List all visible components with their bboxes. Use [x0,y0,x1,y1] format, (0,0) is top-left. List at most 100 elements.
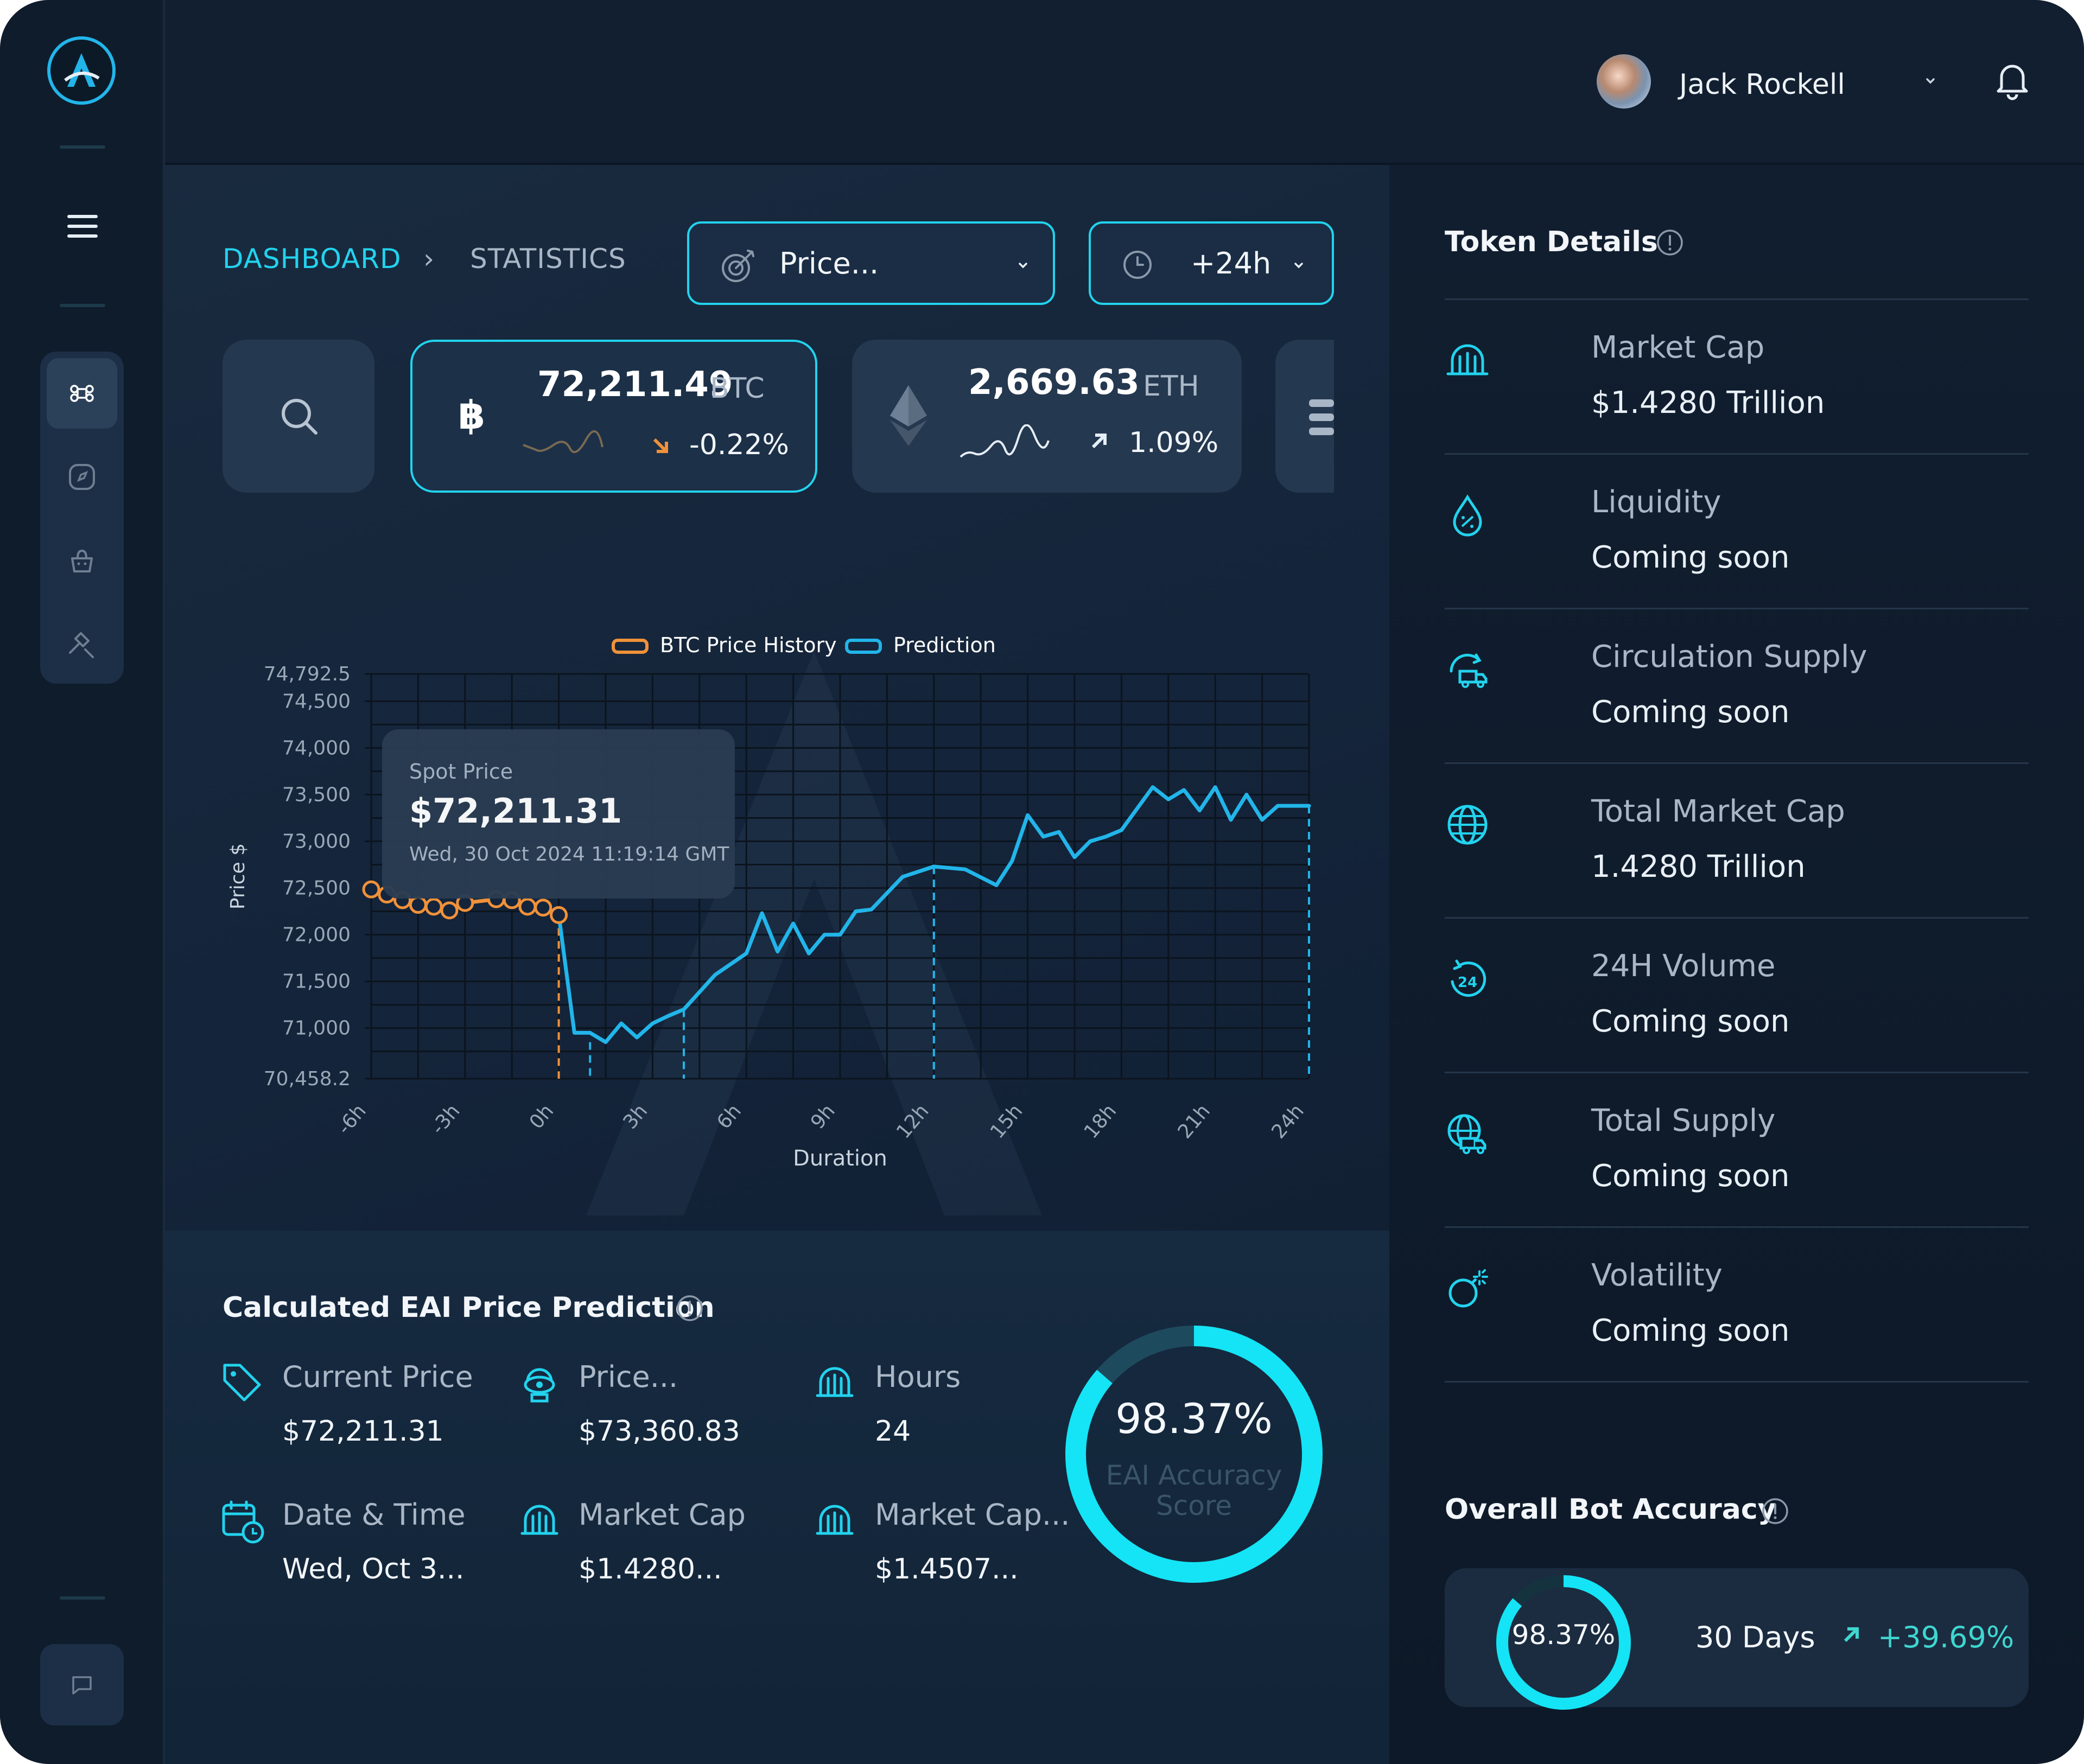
token-detail-total-supply: Total Supply Coming soon [1445,1073,2029,1228]
user-name[interactable]: Jack Rockell [1679,68,1845,101]
x-tick-label: 6h [713,1100,746,1133]
date-time-label: Date & Time [282,1498,466,1532]
token-detail-24h-volume: 24 24H Volume Coming soon [1445,919,2029,1073]
eth-sparkline [960,424,1050,458]
btc-sparkline [523,430,603,454]
legend-label-prediction: Prediction [893,633,996,657]
token-detail-label: 24H Volume [1591,948,1776,984]
x-tick-label: 15h [986,1100,1027,1143]
chat-button[interactable] [40,1644,124,1725]
ethereum-icon [890,385,927,446]
history-point [550,906,568,924]
bell-icon[interactable] [1990,56,2035,102]
date-time-value: Wed, Oct 3... [282,1553,465,1585]
y-tick-label: 73,500 [282,784,351,806]
model-select-value: Price... [779,246,879,281]
token-detail-value: Coming soon [1591,1158,1790,1194]
chevron-down-icon [1019,263,1027,269]
breadcrumb-statistics[interactable]: STATISTICS [470,243,626,275]
token-detail-label: Liquidity [1591,485,1721,520]
chevron-down-icon [1294,263,1303,269]
bank-icon [520,1505,558,1535]
tooltip-label: Spot Price [409,760,513,784]
info-icon[interactable] [1655,228,1685,257]
nav-gavel-icon[interactable] [47,609,117,679]
tooltip-time: Wed, 30 Oct 2024 11:19:14 GMT [409,843,729,865]
target-icon [722,250,754,282]
chevron-down-icon[interactable] [1922,73,1939,89]
current-price-label: Current Price [282,1360,473,1394]
token-detail-label: Total Market Cap [1591,794,1845,829]
clock-24-icon: 24 [1451,959,1486,997]
droplet-percent-icon [1453,494,1482,537]
sidebar-divider [60,1596,105,1600]
legend-label-history: BTC Price History [660,633,837,657]
nav-basket-icon[interactable] [47,525,117,596]
overall-accuracy-period: 30 Days [1695,1620,1815,1654]
y-axis-label: Price $ [227,843,249,909]
accuracy-gauge [1065,1326,1323,1583]
history-point [409,896,427,914]
x-tick-label: 18h [1080,1100,1121,1143]
x-tick-label: 0h [525,1100,558,1133]
x-tick-label: 24h [1267,1100,1308,1143]
breadcrumb-separator: › [423,243,435,275]
info-icon[interactable] [675,1294,704,1323]
btc-price: 72,211.49 [537,365,733,405]
btc-symbol: BTC [710,372,765,405]
arrow-down-icon [653,438,668,453]
token-detail-value: Coming soon [1591,540,1790,575]
sidebar-nav [40,352,124,684]
search-icon [282,399,317,435]
x-tick-label: -3h [427,1100,465,1138]
y-tick-label: 72,500 [282,877,351,900]
token-card-partial[interactable] [1275,340,1334,493]
history-point [424,897,443,916]
token-detail-label: Circulation Supply [1591,639,1867,674]
calendar-clock-icon [222,1500,264,1544]
nav-command-icon[interactable] [47,358,117,429]
top-bar: Jack Rockell [165,0,2084,165]
token-details-title: Token Details [1445,226,1658,258]
logo-icon[interactable] [46,35,117,106]
y-tick-label: 74,000 [282,737,351,759]
y-tick-label: 74,792.5 [264,663,351,685]
token-detail-liquidity: Liquidity Coming soon [1445,455,2029,609]
accuracy-label-line1: EAI Accuracy [1105,1460,1282,1491]
token-detail-label: Market Cap [1591,330,1765,365]
menu-icon[interactable] [60,212,105,244]
sidebar-divider [60,145,105,149]
predicted-price-label: Price... [579,1360,678,1394]
svg-text:24: 24 [1458,975,1477,991]
truck-cycle-icon [1450,653,1488,688]
x-axis-label: Duration [793,1146,887,1171]
bitcoin-icon: ฿ [458,394,485,437]
token-detail-circulation: Circulation Supply Coming soon [1445,609,2029,764]
app-frame: Jack Rockell DASHBOARD › STATISTICS Pric… [0,0,2084,1764]
avatar[interactable] [1597,54,1651,109]
nav-compass-icon[interactable] [47,442,117,512]
info-icon[interactable] [1761,1496,1790,1526]
breadcrumb-dashboard[interactable]: DASHBOARD [223,243,402,275]
bomb-icon [1448,1269,1488,1308]
y-tick-label: 74,500 [282,690,351,712]
y-tick-label: 71,000 [282,1017,351,1040]
horizon-select-value: +24h [1191,246,1272,281]
y-tick-label: 70,458.2 [264,1068,351,1090]
eth-price: 2,669.63 [968,362,1140,403]
chat-icon [72,1676,92,1695]
model-select[interactable]: Price... [687,221,1055,305]
accuracy-value: 98.37% [1115,1394,1273,1443]
eth-change: 1.09% [1129,426,1219,459]
x-tick-label: 3h [619,1100,652,1133]
x-tick-label: -6h [333,1100,371,1138]
token-card-eth[interactable]: 2,669.63 ETH 1.09% [852,340,1242,493]
bank-icon [816,1367,854,1397]
horizon-select[interactable]: +24h [1089,221,1334,305]
token-detail-value: Coming soon [1591,695,1790,730]
search-button[interactable] [223,340,374,493]
hours-value: 24 [875,1415,911,1448]
token-icon [1309,399,1334,435]
history-point [518,897,537,916]
token-card-btc[interactable]: ฿ 72,211.49 BTC -0.22% [410,340,817,493]
